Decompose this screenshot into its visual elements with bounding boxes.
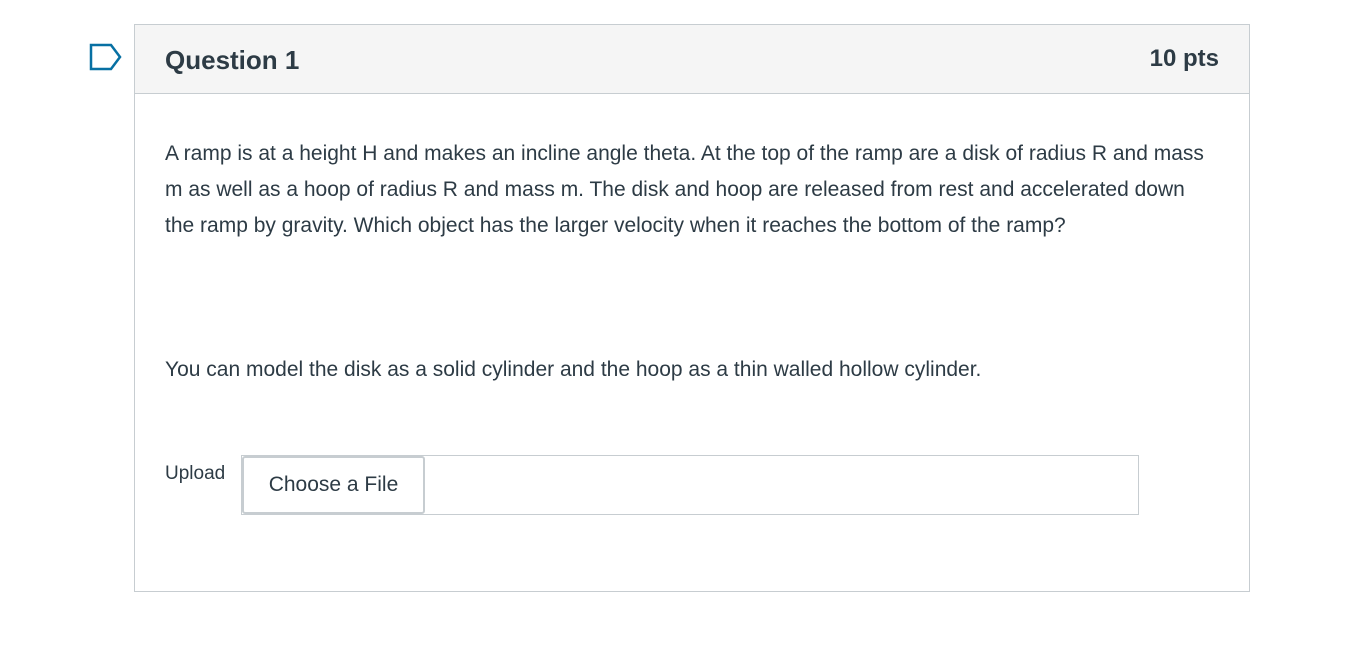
question-points: 10 pts [1149,45,1219,72]
question-text: A ramp is at a height H and makes an inc… [165,142,1204,237]
choose-file-button[interactable]: Choose a File [242,456,425,514]
question-card: Question 1 10 pts A ramp is at a height … [134,24,1250,592]
question-note: You can model the disk as a solid cylind… [165,358,982,381]
upload-label: Upload [165,463,226,484]
flag-question-icon[interactable] [89,43,123,71]
question-title: Question 1 [165,44,300,75]
question-header: Question 1 10 pts [135,25,1249,94]
